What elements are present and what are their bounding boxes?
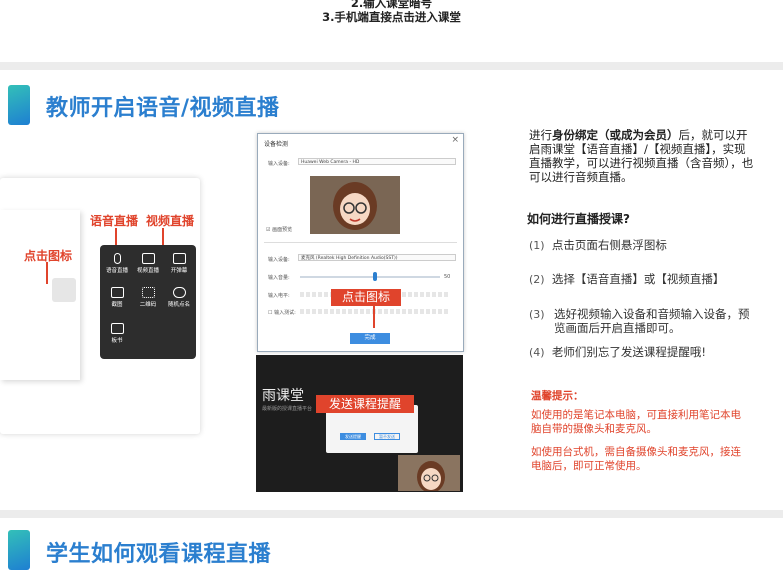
callout-line-video [162, 228, 164, 246]
tip-1: 如使用的是笔记本电脑，可直接利用笔记本电脑自带的摄像头和麦克风。 [531, 409, 741, 435]
menu-qrcode[interactable]: 二维码 [133, 287, 163, 308]
tip-2: 如使用台式机，需自备摄像头和麦克风，接连电脑后，即可正常使用。 [531, 446, 741, 472]
floating-icon-button[interactable] [52, 278, 76, 302]
volume-slider-handle[interactable] [373, 272, 377, 281]
live-menu: 语音直播 视频直播 开弹幕 截图 二维码 随机点名 板书 [100, 245, 196, 359]
step-3-text: 选好视频输入设备和音频输入设备，预览画面后开启直播即可。 [554, 307, 750, 335]
section-accent-bar [8, 85, 30, 125]
microphone-icon [113, 253, 121, 264]
tips-title: 温馨提示： [531, 390, 584, 402]
mirror-checkbox-label[interactable]: ☑ 画面预览 [266, 226, 292, 233]
step-1: (1) 点击页面右侧悬浮图标 [529, 238, 667, 252]
callout-line-voice [115, 228, 117, 246]
live-window: 雨课堂 最新版的授课直播平台 发送提醒 暂不发送 发送课程提醒 [256, 355, 463, 492]
step-4: (4) 老师们别忘了发送课程提醒哦! [529, 345, 707, 359]
danmaku-icon [172, 253, 186, 264]
callout-line [46, 262, 48, 284]
video-camera-icon [141, 253, 155, 264]
section-divider-2 [0, 510, 783, 518]
volume-label: 输入音量: [268, 275, 290, 281]
teacher-thumb-icon [417, 461, 445, 491]
screenshot-icon [110, 287, 124, 298]
menu-random-call[interactable]: 随机点名 [164, 287, 194, 308]
menu-danmaku[interactable]: 开弹幕 [164, 253, 194, 274]
send-remind-button[interactable]: 发送提醒 [340, 433, 366, 440]
level-label: 输入电平: [268, 293, 290, 299]
skip-remind-button[interactable]: 暂不发送 [374, 433, 400, 440]
section-divider [0, 62, 783, 70]
confirm-button[interactable]: 完成 [350, 333, 390, 344]
callout-click-icon: 点击图标 [24, 249, 73, 263]
brand-title: 雨课堂 [262, 388, 304, 404]
audio-device-label: 输入设备: [268, 257, 290, 263]
volume-value: 50 [444, 274, 451, 280]
camera-preview [310, 176, 400, 234]
camera-device-label: 输入设备: [268, 161, 290, 167]
callout-send-remind: 发送课程提醒 [316, 395, 414, 413]
qrcode-icon [141, 287, 155, 298]
device-check-dialog: 设备检测 × 输入设备: Huawei Web Camera - HD ☑ 画面… [257, 133, 464, 352]
volume-slider[interactable] [300, 276, 440, 278]
test-label: ☐ 输入测试: [268, 310, 296, 316]
step-2-text: 2.输入课堂暗号 [350, 0, 433, 10]
close-icon[interactable]: × [451, 135, 459, 145]
teacher-avatar-icon [310, 176, 400, 234]
section-title-student-watch: 学生如何观看课程直播 [46, 542, 272, 567]
callout-voice-live: 语音直播 [90, 214, 139, 228]
step-3-text: 3.手机端直接点击进入课堂 [322, 10, 461, 24]
step-3: (3) [529, 308, 545, 321]
callout-line-dialog [373, 306, 375, 328]
menu-blackboard[interactable]: 板书 [102, 323, 132, 344]
intro-text: 进行身份绑定（或成为会员）后，就可以开启雨课堂【语音直播】/【视频直播】，实现直… [529, 128, 754, 184]
blackboard-icon [110, 323, 124, 334]
section-title-teacher-live: 教师开启语音/视频直播 [46, 96, 280, 121]
callout-click-icon-dialog: 点击图标 [331, 289, 401, 306]
person-icon [172, 287, 186, 298]
audio-select[interactable]: 麦克风 (Realtek High Definition Audio(SST)) [298, 254, 456, 261]
test-meter [300, 309, 450, 314]
menu-screenshot[interactable]: 截图 [102, 287, 132, 308]
section-accent-bar-2 [8, 530, 30, 570]
callout-video-live: 视频直播 [146, 214, 195, 228]
menu-video-live[interactable]: 视频直播 [133, 253, 163, 274]
dialog-title: 设备检测 [264, 141, 289, 148]
video-thumbnail [398, 455, 460, 491]
previous-steps: 2.输入课堂暗号 3.手机端直接点击进入课堂 [0, 0, 783, 62]
howto-title: 如何进行直播授课? [527, 212, 630, 226]
step-2: (2) 选择【语音直播】或【视频直播】 [529, 272, 725, 286]
brand-subtitle: 最新版的授课直播平台 [262, 406, 313, 412]
dialog-divider [264, 242, 457, 243]
menu-voice-live[interactable]: 语音直播 [102, 253, 132, 274]
camera-select[interactable]: Huawei Web Camera - HD [298, 158, 456, 165]
